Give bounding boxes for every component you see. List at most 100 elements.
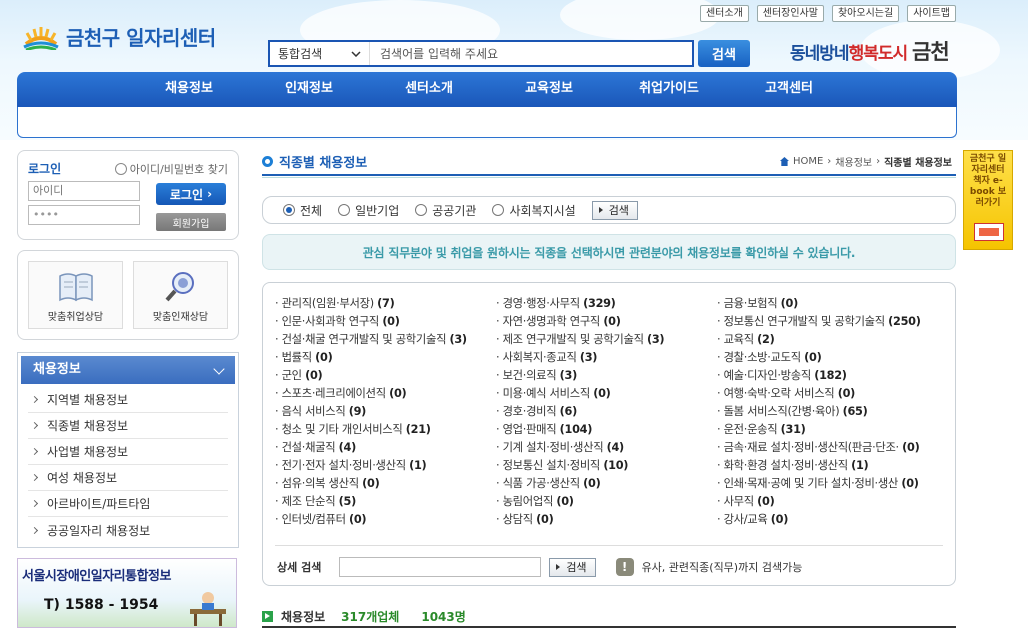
occupation-item[interactable]: 건설·채굴직 (4) xyxy=(275,439,496,457)
occupation-item[interactable]: 스포츠·레크리에이션직 (0) xyxy=(275,385,496,403)
occupation-item[interactable]: 식품 가공·생산직 (0) xyxy=(496,475,717,493)
nav-center-intro[interactable]: 센터소개 xyxy=(369,72,489,108)
util-link-center-intro[interactable]: 센터소개 xyxy=(699,5,749,22)
side-menu-title[interactable]: 채용정보 xyxy=(21,356,235,384)
occupation-item[interactable]: 운전·운송직 (31) xyxy=(717,421,945,439)
occupation-item[interactable]: 강사/교육 (0) xyxy=(717,511,945,529)
breadcrumb: HOME › 채용정보 › 직종별 채용정보 xyxy=(779,154,952,169)
side-item-public[interactable]: 공공일자리 채용정보 xyxy=(28,517,228,543)
util-link-sitemap[interactable]: 사이트맵 xyxy=(907,5,956,22)
side-item-business[interactable]: 사업별 채용정보 xyxy=(28,439,228,465)
side-item-occupation[interactable]: 직종별 채용정보 xyxy=(28,413,228,439)
occupation-item[interactable]: 정보통신 연구개발직 및 공학기술직 (250) xyxy=(717,313,945,331)
occupation-item[interactable]: 여행·숙박·오락 서비스직 (0) xyxy=(717,385,945,403)
disability-job-banner[interactable]: 서울시장애인일자리통합정보 T) 1588 - 1954 xyxy=(17,558,237,628)
job-consult-link[interactable]: 맞춤취업상담 xyxy=(28,261,123,329)
talent-consult-label: 맞춤인재상담 xyxy=(152,312,209,323)
nav-job-guide[interactable]: 취업가이드 xyxy=(609,72,729,108)
occupation-item[interactable]: 예술·디자인·방송직 (182) xyxy=(717,367,945,385)
occupation-item[interactable]: 청소 및 기타 개인서비스직 (21) xyxy=(275,421,496,439)
occupation-item[interactable]: 사무직 (0) xyxy=(717,493,945,511)
occupation-item[interactable]: 자연·생명과학 연구직 (0) xyxy=(496,313,717,331)
search-category-select[interactable]: 통합검색 xyxy=(270,42,370,65)
occupation-item[interactable]: 전기·전자 설치·정비·생산직 (1) xyxy=(275,457,496,475)
breadcrumb-home[interactable]: HOME xyxy=(793,156,823,167)
side-item-women[interactable]: 여성 채용정보 xyxy=(28,465,228,491)
side-item-parttime[interactable]: 아르바이트/파트타임 xyxy=(28,491,228,517)
occupation-item[interactable]: 제조 단순직 (5) xyxy=(275,493,496,511)
occupation-item[interactable]: 화학·환경 설치·정비·생산직 (1) xyxy=(717,457,945,475)
occupation-item[interactable]: 보건·의료직 (3) xyxy=(496,367,717,385)
occupation-item[interactable]: 정보통신 설치·정비직 (10) xyxy=(496,457,717,475)
occupation-item[interactable]: 금융·보험직 (0) xyxy=(717,295,945,313)
chevron-right-icon xyxy=(30,526,39,534)
consult-panel: 맞춤취업상담 맞춤인재상담 xyxy=(17,250,239,340)
breadcrumb-job-info[interactable]: 채용정보 xyxy=(835,154,872,169)
occupation-name: 인쇄·목재·공예 및 기타 설치·정비·생산 xyxy=(723,477,899,490)
nav-education[interactable]: 교육정보 xyxy=(489,72,609,108)
radio-welfare-facility[interactable]: 사회복지시설 xyxy=(492,202,576,219)
occupation-item[interactable]: 농림어업직 (0) xyxy=(496,493,717,511)
nav-talent-info[interactable]: 인재정보 xyxy=(249,72,369,108)
side-menu: 채용정보 지역별 채용정보 직종별 채용정보 사업별 채용정보 여성 채용정보 … xyxy=(17,352,239,548)
occupation-count: (3) xyxy=(449,333,467,346)
radio-public-institution[interactable]: 공공기관 xyxy=(415,202,476,219)
occupation-name: 운전·운송직 xyxy=(723,423,778,436)
occupation-item[interactable]: 상담직 (0) xyxy=(496,511,717,529)
occupation-item[interactable]: 교육직 (2) xyxy=(717,331,945,349)
detail-search-button[interactable]: 검색 xyxy=(549,557,596,577)
occupation-item[interactable]: 영업·판매직 (104) xyxy=(496,421,717,439)
radio-label: 공공기관 xyxy=(432,203,477,218)
site-logo[interactable]: 금천구 일자리센터 xyxy=(22,22,216,51)
main-navigation: 채용정보 인재정보 센터소개 교육정보 취업가이드 고객센터 xyxy=(17,72,957,108)
occupation-item[interactable]: 제조 연구개발직 및 공학기술직 (3) xyxy=(496,331,717,349)
filter-search-button[interactable]: 검색 xyxy=(591,200,638,220)
occupation-item[interactable]: 돌봄 서비스직(간병·육아) (65) xyxy=(717,403,945,421)
util-link-greeting[interactable]: 센터장인사말 xyxy=(756,5,824,22)
radio-label: 일반기업 xyxy=(355,203,400,218)
nav-job-info[interactable]: 채용정보 xyxy=(129,72,249,108)
occupation-item[interactable]: 기계 설치·정비·생산직 (4) xyxy=(496,439,717,457)
detail-search-input[interactable] xyxy=(339,557,542,577)
occupation-item[interactable]: 인쇄·목재·공예 및 기타 설치·정비·생산 (0) xyxy=(717,475,945,493)
search-input[interactable] xyxy=(370,46,692,61)
circle-bullet-icon xyxy=(262,156,273,167)
occupation-name: 음식 서비스직 xyxy=(281,405,346,418)
login-button[interactable]: 로그인 › xyxy=(156,183,226,205)
occupation-name: 인문·사회과학 연구직 xyxy=(281,315,380,328)
util-link-directions[interactable]: 찾아오시는길 xyxy=(831,5,900,22)
occupation-item[interactable]: 경영·행정·사무직 (329) xyxy=(496,295,717,313)
occupation-item[interactable]: 음식 서비스직 (9) xyxy=(275,403,496,421)
find-id-label: 아이디/비밀번호 찾기 xyxy=(129,163,228,176)
occupation-name: 미용·예식 서비스직 xyxy=(502,387,591,400)
occupation-item[interactable]: 법률직 (0) xyxy=(275,349,496,367)
occupation-item[interactable]: 군인 (0) xyxy=(275,367,496,385)
play-arrow-icon xyxy=(556,564,561,570)
find-id-link[interactable]: 아이디/비밀번호 찾기 xyxy=(114,161,228,177)
search-button[interactable]: 검색 xyxy=(698,40,750,67)
side-item-region[interactable]: 지역별 채용정보 xyxy=(28,387,228,413)
ebook-banner[interactable]: 금천구 일자리센터 책자 e-book 보러가기 xyxy=(963,150,1013,250)
occupation-item[interactable]: 사회복지·종교직 (3) xyxy=(496,349,717,367)
side-menu-title-label: 채용정보 xyxy=(33,362,81,377)
radio-all[interactable]: 전체 xyxy=(283,202,322,219)
occupation-item[interactable]: 인터넷/컴퓨터 (0) xyxy=(275,511,496,529)
occupation-item[interactable]: 인문·사회과학 연구직 (0) xyxy=(275,313,496,331)
occupation-item[interactable]: 섬유·의복 생산직 (0) xyxy=(275,475,496,493)
password-input[interactable]: •••• xyxy=(28,205,140,225)
radio-general-company[interactable]: 일반기업 xyxy=(338,202,399,219)
id-input[interactable] xyxy=(28,181,140,201)
occupation-item[interactable]: 경호·경비직 (6) xyxy=(496,403,717,421)
occupation-count: (0) xyxy=(593,387,611,400)
join-button[interactable]: 회원가입 xyxy=(156,213,226,231)
occupation-name: 강사/교육 xyxy=(723,513,768,526)
occupation-item[interactable]: 건설·채굴 연구개발직 및 공학기술직 (3) xyxy=(275,331,496,349)
occupation-item[interactable]: 관리직(임원·부서장) (7) xyxy=(275,295,496,313)
play-arrow-icon xyxy=(598,207,603,213)
occupation-name: 자연·생명과학 연구직 xyxy=(502,315,601,328)
occupation-item[interactable]: 금속·재료 설치·정비·생산직(판금·단조· (0) xyxy=(717,439,945,457)
occupation-item[interactable]: 미용·예식 서비스직 (0) xyxy=(496,385,717,403)
nav-customer-center[interactable]: 고객센터 xyxy=(729,72,849,108)
occupation-item[interactable]: 경찰·소방·교도직 (0) xyxy=(717,349,945,367)
talent-consult-link[interactable]: 맞춤인재상담 xyxy=(133,261,228,329)
